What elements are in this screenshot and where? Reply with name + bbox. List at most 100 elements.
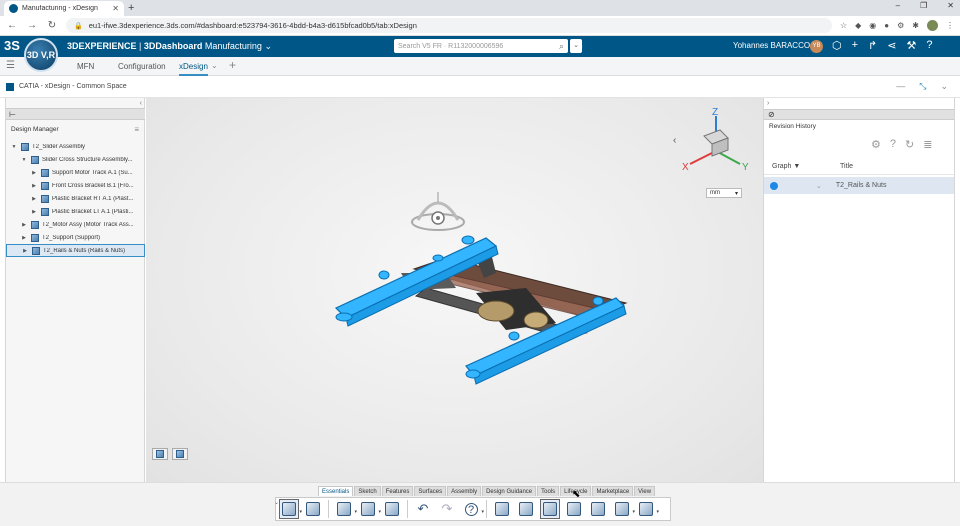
- redo-icon[interactable]: ↷: [438, 500, 456, 518]
- action-tab-tools[interactable]: Tools: [537, 486, 560, 496]
- units-select[interactable]: mm ▾: [706, 188, 742, 198]
- view-cube-button[interactable]: [172, 448, 188, 460]
- tree-node[interactable]: ▶ Plastic Bracket LT A.1 (Plasti...: [6, 205, 145, 218]
- refresh-icon[interactable]: ↻: [905, 138, 914, 151]
- extension-icon[interactable]: ◉: [869, 21, 876, 30]
- bookmark-star-icon[interactable]: ☆: [840, 21, 847, 30]
- restore-window-button[interactable]: ❐: [920, 1, 927, 10]
- puzzle-icon[interactable]: ✱: [912, 21, 919, 30]
- browser-menu-icon[interactable]: ⋮: [946, 21, 954, 30]
- share-icon[interactable]: ↱: [868, 39, 877, 52]
- select-tool-button[interactable]: ▾: [279, 499, 302, 519]
- tree-node[interactable]: ▼ Slider Cross Structure Assembly...: [6, 153, 145, 166]
- app-menu-chevron-icon[interactable]: ⌄: [940, 81, 948, 92]
- expand-node-icon[interactable]: ▶: [20, 222, 28, 228]
- search-input[interactable]: Search V5 FR · R1132000006596 ⌕: [394, 39, 568, 53]
- tab-chevron-down-icon[interactable]: ⌄: [211, 61, 218, 70]
- close-window-button[interactable]: ✕: [947, 1, 954, 10]
- expand-node-icon[interactable]: ▶: [30, 209, 38, 215]
- lock-icon[interactable]: ▾: [613, 500, 635, 518]
- collapse-right-panel-icon[interactable]: ›: [767, 100, 769, 107]
- revision-tool-button[interactable]: [493, 500, 511, 518]
- collapse-node-icon[interactable]: ▼: [10, 144, 18, 150]
- gear-icon[interactable]: ⚙: [871, 138, 881, 151]
- panel-menu-icon[interactable]: ≡: [134, 125, 139, 134]
- properties-button[interactable]: [383, 500, 401, 518]
- unlock-icon[interactable]: ▾: [637, 500, 659, 518]
- compass-icon[interactable]: 3D V,R: [24, 38, 58, 72]
- update-button[interactable]: ▾: [359, 500, 381, 518]
- minimize-app-icon[interactable]: —: [896, 81, 905, 92]
- column-graph[interactable]: Graph ▼: [772, 163, 832, 170]
- collapse-left-panel-icon[interactable]: ‹: [140, 100, 142, 107]
- close-tab-icon[interactable]: ✕: [112, 4, 119, 13]
- reload-icon[interactable]: ↻: [46, 20, 58, 31]
- expand-node-icon[interactable]: ▶: [20, 235, 28, 241]
- forward-icon[interactable]: →: [26, 20, 38, 31]
- expand-node-icon[interactable]: ▶: [30, 183, 38, 189]
- expand-node-icon[interactable]: ▶: [30, 196, 38, 202]
- browser-tab[interactable]: Manufacturing - xDesign ✕: [4, 1, 124, 16]
- tab-mfn[interactable]: MFN: [77, 62, 94, 71]
- revision-history-button[interactable]: [540, 499, 560, 519]
- tree-node[interactable]: ▶ T2_Motor Assy (Motor Track Ass...: [6, 218, 145, 231]
- chevron-down-icon[interactable]: ⌄: [816, 182, 822, 190]
- expand-toolbar-icon[interactable]: ⌄: [274, 499, 279, 506]
- search-icon[interactable]: ⌕: [559, 41, 564, 52]
- expand-node-icon[interactable]: ▶: [21, 248, 29, 254]
- expand-node-icon[interactable]: ▶: [30, 170, 38, 176]
- new-tab-button[interactable]: +: [128, 2, 134, 14]
- tools-icon[interactable]: ⚒: [906, 39, 916, 52]
- tree-node[interactable]: ▶ T2_Rails & Nuts (Rails & Nuts): [6, 244, 145, 257]
- collapse-viewport-icon[interactable]: ‹: [673, 135, 676, 146]
- action-tab-essentials[interactable]: Essentials: [318, 486, 354, 496]
- extension-icon[interactable]: ⚙: [897, 21, 904, 30]
- column-title[interactable]: Title: [840, 163, 853, 170]
- action-tab-view[interactable]: View: [634, 486, 656, 496]
- tag-icon[interactable]: ⬡: [832, 39, 842, 52]
- action-tab-sketch[interactable]: Sketch: [354, 486, 381, 496]
- tree-node[interactable]: ▶ Front Cross Bracket B.1 (Fro...: [6, 179, 145, 192]
- extension-icon[interactable]: ◆: [855, 21, 861, 30]
- list-icon[interactable]: ≣: [923, 138, 932, 151]
- history-icon[interactable]: ⊘: [768, 110, 775, 119]
- save-button[interactable]: ▾: [335, 500, 357, 518]
- add-tab-button[interactable]: +: [229, 58, 236, 72]
- table-row[interactable]: ⌄ T2_Rails & Nuts: [764, 177, 954, 194]
- action-tab-marketplace[interactable]: Marketplace: [592, 486, 634, 496]
- action-tab-assembly[interactable]: Assembly: [447, 486, 482, 496]
- axis-triad-icon[interactable]: Z X Y: [676, 106, 756, 176]
- part-tool-button[interactable]: [304, 500, 322, 518]
- action-tab-features[interactable]: Features: [381, 486, 414, 496]
- add-icon[interactable]: +: [852, 39, 858, 52]
- user-avatar[interactable]: YB: [810, 40, 823, 53]
- help-button[interactable]: ? ▾: [462, 500, 484, 518]
- minimize-window-button[interactable]: –: [896, 1, 900, 10]
- view-cube-button[interactable]: [152, 448, 168, 460]
- tree-view-icon[interactable]: ⊢: [9, 110, 16, 119]
- dashboard-menu-icon[interactable]: ☰: [6, 60, 15, 71]
- collapse-node-icon[interactable]: ▼: [20, 157, 28, 163]
- 3d-viewport[interactable]: Z X Y ‹ mm ▾: [146, 98, 763, 482]
- sync-tool-button[interactable]: [517, 500, 535, 518]
- tree-node[interactable]: ▶ Support Motor Track A.1 (Su...: [6, 166, 145, 179]
- user-name[interactable]: Yohannes BARACCO: [733, 41, 810, 50]
- extension-icon[interactable]: ●: [884, 21, 889, 30]
- manipulator-compass-icon[interactable]: [408, 188, 468, 234]
- back-icon[interactable]: ←: [6, 20, 18, 31]
- action-tab-surfaces[interactable]: Surfaces: [414, 486, 447, 496]
- tag-icon[interactable]: ⌂: [577, 40, 583, 51]
- branch-button[interactable]: [589, 500, 607, 518]
- network-icon[interactable]: ⋖: [887, 39, 896, 52]
- action-tab-design-guidance[interactable]: Design Guidance: [482, 486, 537, 496]
- new-revision-button[interactable]: [565, 500, 583, 518]
- url-field[interactable]: 🔒 eu1-ifwe.3dexperience.3ds.com/#dashboa…: [66, 18, 832, 33]
- tree-node[interactable]: ▶ T2_Support (Support): [6, 231, 145, 244]
- help-icon[interactable]: ?: [890, 138, 896, 151]
- undo-icon[interactable]: ↶: [414, 500, 432, 518]
- tab-xdesign[interactable]: xDesign: [179, 62, 208, 76]
- help-icon[interactable]: ?: [926, 39, 932, 52]
- tree-node[interactable]: ▶ Plastic Bracket RT A.1 (Plast...: [6, 192, 145, 205]
- assembly-model[interactable]: [146, 98, 763, 482]
- platform-brand[interactable]: 3DEXPERIENCE | 3DDashboard Manufacturing…: [67, 41, 272, 52]
